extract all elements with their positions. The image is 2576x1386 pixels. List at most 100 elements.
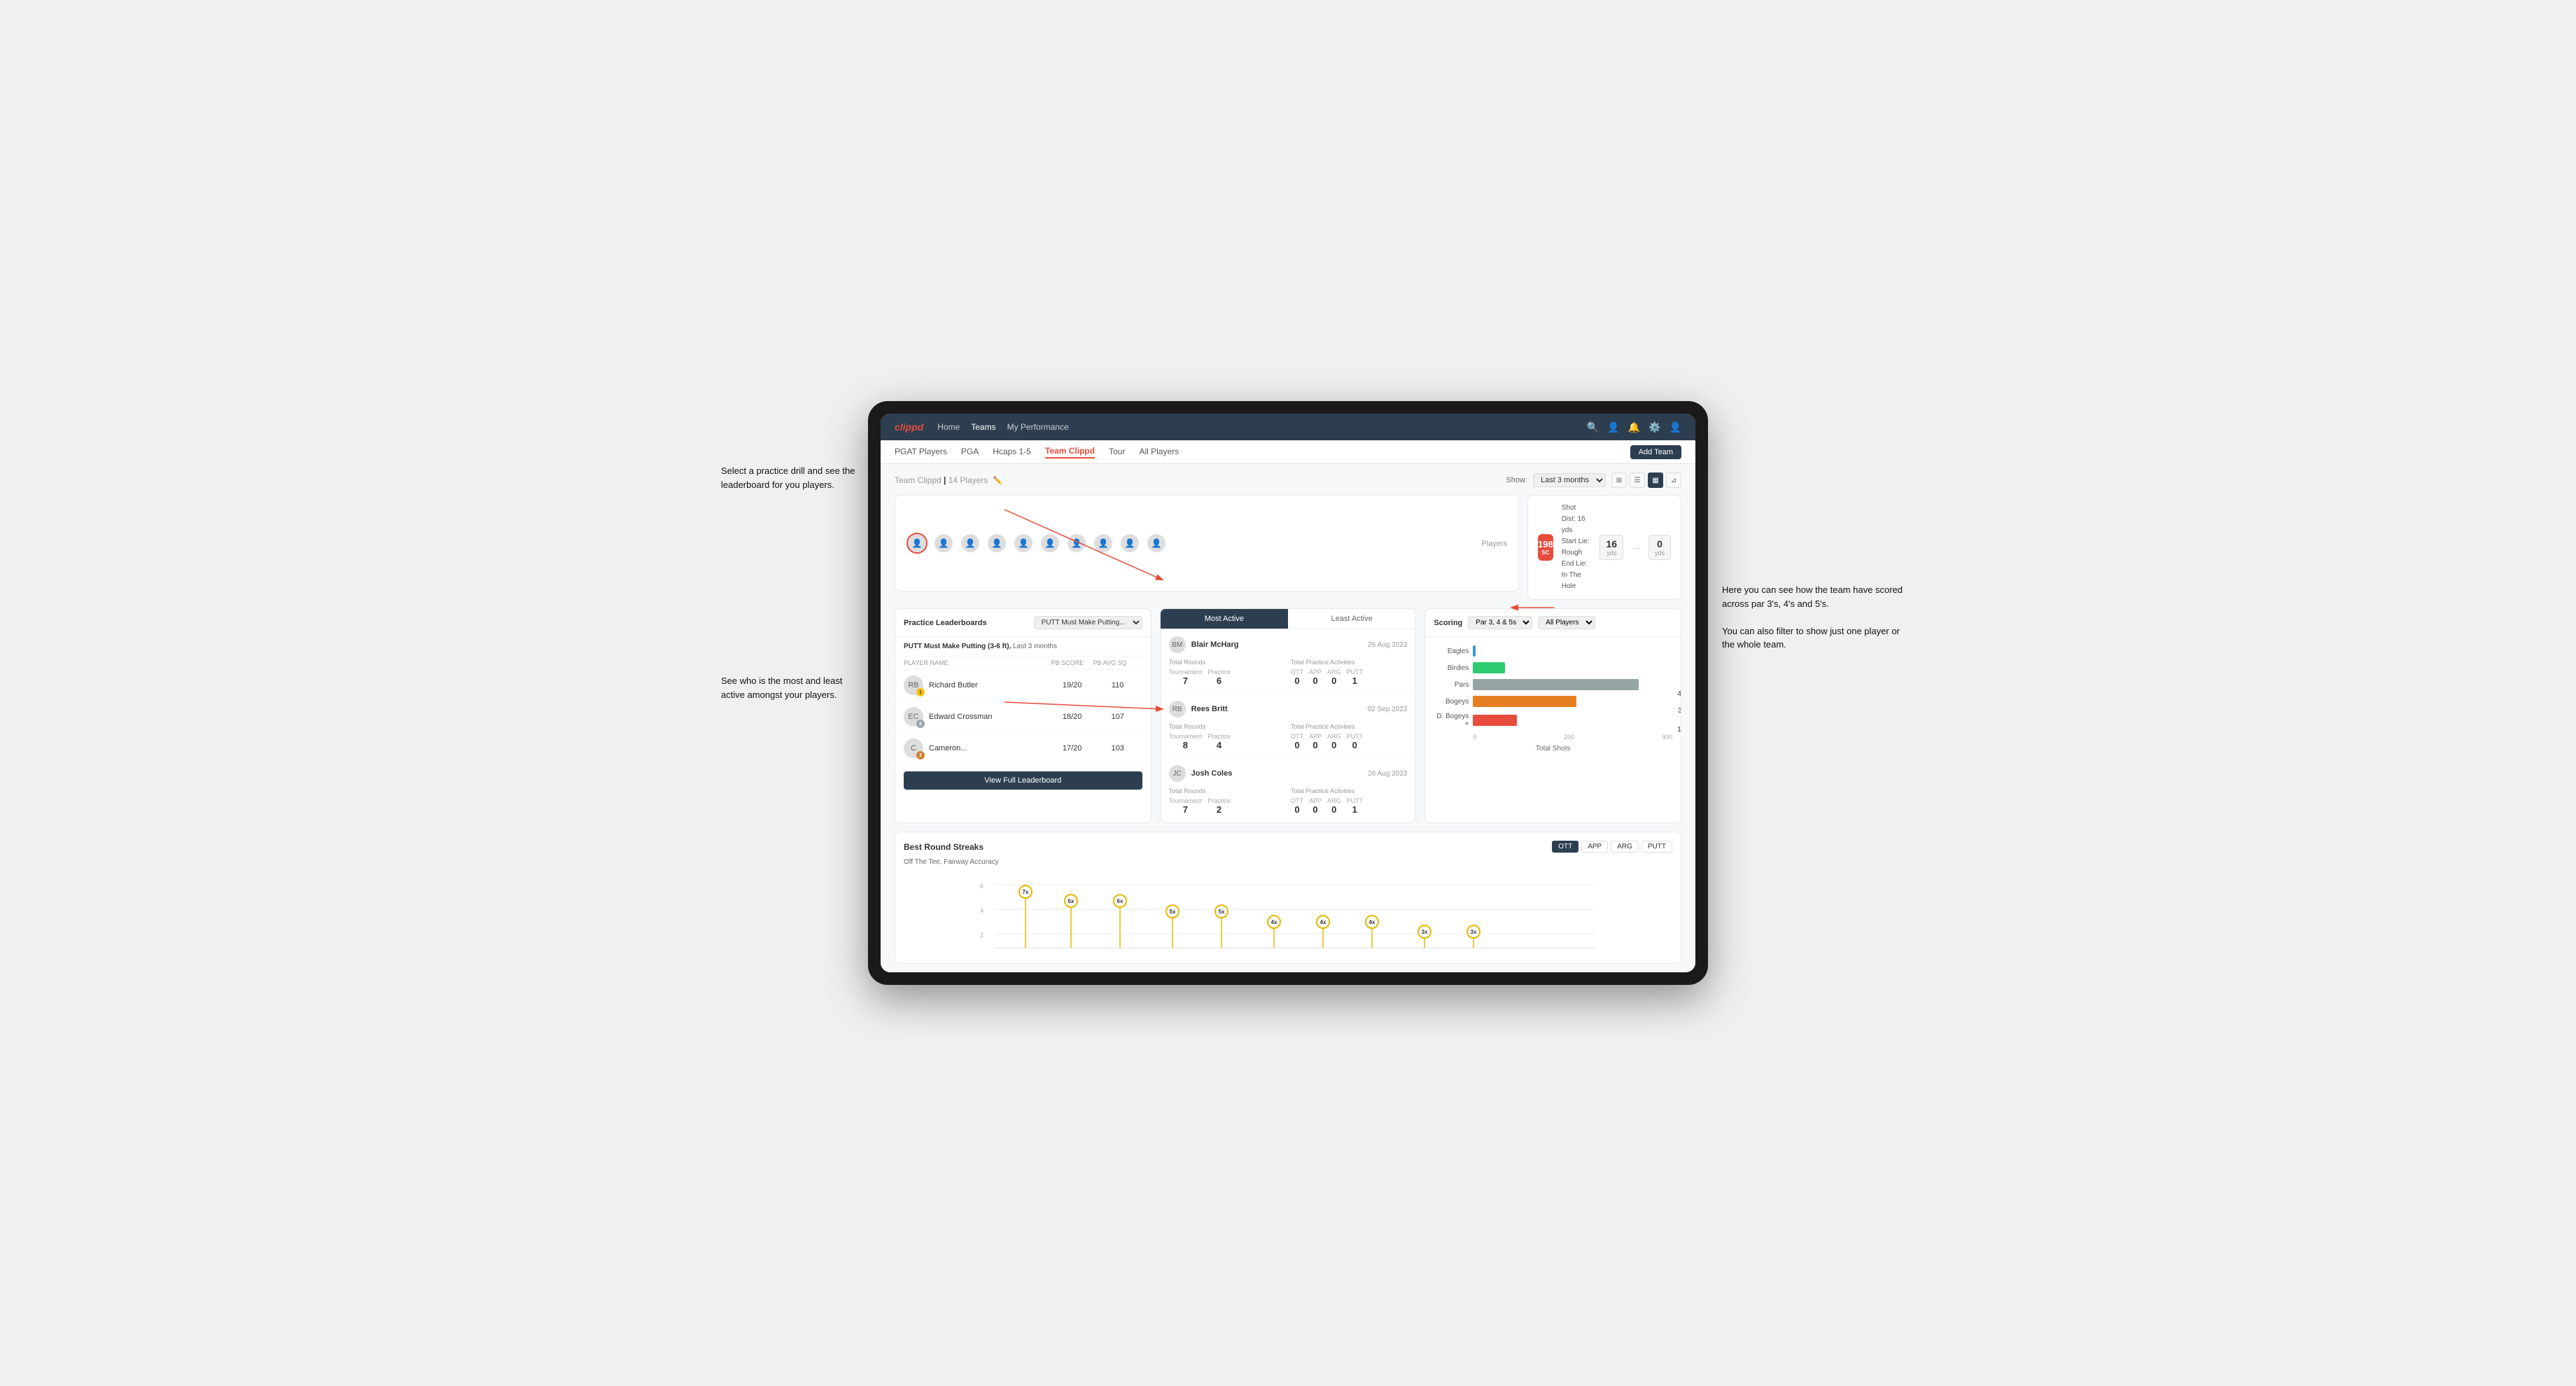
view-full-leaderboard-button[interactable]: View Full Leaderboard — [904, 771, 1142, 790]
activity-name-2: Rees Britt — [1191, 705, 1228, 713]
drill-select[interactable]: PUTT Must Make Putting... — [1034, 616, 1142, 629]
pars-value: 499 — [1677, 690, 1681, 698]
arg-col-3: ARG 0 — [1327, 797, 1341, 815]
lb-score-1: 19/20 — [1051, 681, 1093, 690]
activity-rounds-2: Total Rounds Tournament 8 Practice — [1169, 723, 1285, 750]
player-avatar-2[interactable]: 👤 — [933, 533, 954, 554]
scoring-player-filter[interactable]: All Players — [1538, 616, 1595, 629]
activity-stats-3: Total Rounds Tournament 7 Practice — [1169, 788, 1408, 815]
least-active-tab[interactable]: Least Active — [1288, 609, 1415, 629]
nav-home[interactable]: Home — [937, 422, 960, 432]
svg-text:4x: 4x — [1320, 919, 1326, 925]
navbar: clippd Home Teams My Performance 🔍 👤 🔔 ⚙… — [881, 414, 1695, 440]
player-avatar-6[interactable]: 👤 — [1040, 533, 1060, 554]
player-avatar-9[interactable]: 👤 — [1119, 533, 1140, 554]
total-practice-label-1: Total Practice Activities — [1291, 659, 1407, 666]
streaks-filters: OTT APP ARG PUTT — [1552, 841, 1672, 853]
bogeys-bar — [1473, 696, 1576, 707]
scoring-par-filter[interactable]: Par 3, 4 & 5s — [1468, 616, 1532, 629]
ott-col-2: OTT 0 — [1291, 733, 1303, 750]
activity-tabs: Most Active Least Active — [1161, 609, 1416, 629]
svg-text:4: 4 — [980, 907, 983, 914]
leaderboard-row-3: C 3 Cameron... 17/20 103 — [895, 733, 1151, 764]
rounds-values-2: Tournament 8 Practice 4 — [1169, 733, 1285, 750]
subnav-hcaps[interactable]: Hcaps 1-5 — [993, 447, 1031, 458]
leaderboard-row-2: EC 2 Edward Crossman 18/20 107 — [895, 701, 1151, 733]
streak-filter-putt[interactable]: PUTT — [1642, 841, 1672, 853]
lb-name-2: Edward Crossman — [929, 713, 992, 721]
annotation-top-left: Select a practice drill and see the lead… — [721, 464, 861, 491]
subnav-team-clippd[interactable]: Team Clippd — [1045, 446, 1095, 458]
ott-col-3: OTT 0 — [1291, 797, 1303, 815]
bell-icon[interactable]: 🔔 — [1628, 421, 1640, 433]
total-practice-label-3: Total Practice Activities — [1291, 788, 1407, 794]
svg-text:4x: 4x — [1271, 919, 1278, 925]
arg-col-1: ARG 0 — [1327, 668, 1341, 686]
subnav-pga[interactable]: PGA — [961, 447, 979, 458]
activity-player-2-info: RB Rees Britt — [1169, 701, 1228, 718]
edit-team-icon[interactable]: ✏️ — [993, 477, 1003, 485]
activity-practice-3: Total Practice Activities OTT 0 APP — [1291, 788, 1407, 815]
lb-score-3: 17/20 — [1051, 744, 1093, 752]
shot-card: 198 SC Shot Dist: 16 yds Start Lie: Roug… — [1527, 495, 1681, 600]
player-avatar-4[interactable]: 👤 — [986, 533, 1007, 554]
nav-teams[interactable]: Teams — [971, 422, 995, 432]
user-icon[interactable]: 👤 — [1607, 421, 1619, 433]
dbogeys-value: 131 — [1677, 726, 1681, 734]
list-view-icon[interactable]: ☰ — [1630, 472, 1645, 488]
lb-name-3: Cameron... — [929, 744, 967, 752]
activity-date-1: 26 Aug 2023 — [1368, 641, 1407, 649]
pars-bar-container: 499 — [1473, 679, 1672, 690]
total-rounds-label-3: Total Rounds — [1169, 788, 1285, 794]
subnav-pgat-players[interactable]: PGAT Players — [895, 447, 947, 458]
pars-label: Pars — [1434, 681, 1469, 689]
grid-view-icon[interactable]: ⊞ — [1611, 472, 1627, 488]
activity-rounds-1: Total Rounds Tournament 7 Practice — [1169, 659, 1285, 686]
player-avatar-3[interactable]: 👤 — [960, 533, 981, 554]
lb-avatar-1: RB 1 — [904, 676, 923, 695]
arg-col-2: ARG 0 — [1327, 733, 1341, 750]
player-avatar-5[interactable]: 👤 — [1013, 533, 1034, 554]
main-content: Team Clippd | 14 Players ✏️ Show: Last 3… — [881, 464, 1695, 972]
scoring-panel-header: Scoring Par 3, 4 & 5s All Players — [1425, 609, 1681, 637]
app-col-2: APP 0 — [1309, 733, 1322, 750]
player-avatar-10[interactable]: 👤 — [1146, 533, 1167, 554]
dbogeys-label: D. Bogeys + — [1434, 713, 1469, 728]
svg-text:6x: 6x — [1117, 898, 1124, 904]
add-team-button[interactable]: Add Team — [1630, 445, 1681, 459]
filter-view-icon[interactable]: ⊿ — [1666, 472, 1681, 488]
three-column-layout: Practice Leaderboards PUTT Must Make Put… — [895, 608, 1681, 823]
scoring-header-row: Scoring Par 3, 4 & 5s All Players — [1434, 616, 1595, 629]
settings-icon[interactable]: ⚙️ — [1648, 421, 1660, 433]
card-view-icon[interactable]: ▦ — [1648, 472, 1663, 488]
streak-filter-app[interactable]: APP — [1581, 841, 1608, 853]
navbar-links: Home Teams My Performance — [937, 422, 1573, 432]
app-col-1: APP 0 — [1309, 668, 1322, 686]
tournament-col-2: Tournament 8 — [1169, 733, 1203, 750]
svg-text:6x: 6x — [1068, 898, 1074, 904]
activity-panel: Most Active Least Active BM Blair McHarg… — [1160, 608, 1417, 823]
pars-bar — [1473, 679, 1638, 690]
subnav: PGAT Players PGA Hcaps 1-5 Team Clippd T… — [881, 440, 1695, 464]
rounds-values-1: Tournament 7 Practice 6 — [1169, 668, 1285, 686]
chart-row-dbogeys: D. Bogeys + 131 — [1434, 713, 1672, 728]
player-avatar-7[interactable]: 👤 — [1066, 533, 1087, 554]
subnav-tour[interactable]: Tour — [1109, 447, 1125, 458]
subnav-all-players[interactable]: All Players — [1139, 447, 1179, 458]
show-period-select[interactable]: Last 3 months — [1533, 473, 1606, 487]
lb-avg-1: 110 — [1093, 681, 1142, 690]
search-icon[interactable]: 🔍 — [1587, 421, 1599, 433]
ott-col-1: OTT 0 — [1291, 668, 1303, 686]
player-avatar-8[interactable]: 👤 — [1093, 533, 1114, 554]
svg-text:5x: 5x — [1219, 909, 1225, 915]
most-active-tab[interactable]: Most Active — [1161, 609, 1288, 629]
profile-icon[interactable]: 👤 — [1670, 421, 1681, 433]
nav-my-performance[interactable]: My Performance — [1007, 422, 1069, 432]
streak-filter-arg[interactable]: ARG — [1611, 841, 1639, 853]
players-strip-label: Players — [1481, 540, 1507, 548]
svg-text:2: 2 — [980, 932, 983, 939]
streak-filter-ott[interactable]: OTT — [1552, 841, 1578, 853]
activity-player-2: RB Rees Britt 02 Sep 2023 Total Rounds — [1161, 694, 1416, 758]
activity-player-1: BM Blair McHarg 26 Aug 2023 Total Rounds — [1161, 629, 1416, 694]
player-avatar-1[interactable]: 👤 — [906, 533, 927, 554]
